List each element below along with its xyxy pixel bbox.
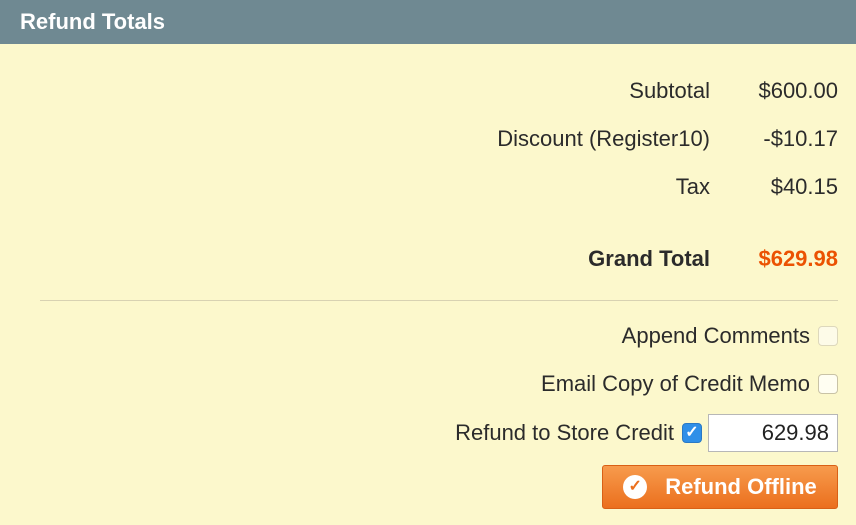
store-credit-option: Refund to Store Credit ✓ — [455, 413, 838, 453]
subtotal-value: $600.00 — [758, 78, 838, 103]
refund-offline-label: Refund Offline — [665, 474, 817, 499]
append-comments-option: Append Comments — [622, 321, 838, 351]
append-comments-checkbox[interactable] — [818, 326, 838, 346]
discount-row: Discount (Register10) -$10.17 — [0, 124, 856, 154]
refund-offline-button[interactable]: ✓ Refund Offline — [602, 465, 838, 509]
panel-header: Refund Totals — [0, 0, 856, 44]
append-comments-label: Append Comments — [621, 323, 810, 348]
tax-value: $40.15 — [770, 174, 838, 199]
store-credit-checkbox[interactable]: ✓ — [682, 423, 702, 443]
tax-row: Tax $40.15 — [0, 172, 856, 202]
grand-total-row: Grand Total $629.98 — [0, 244, 856, 274]
tax-label: Tax — [675, 174, 710, 199]
store-credit-amount-input[interactable] — [708, 414, 838, 452]
discount-label: Discount (Register10) — [497, 126, 710, 151]
email-copy-label: Email Copy of Credit Memo — [541, 371, 810, 396]
divider — [40, 300, 838, 301]
grand-total-value: $629.98 — [758, 246, 838, 271]
grand-total-label: Grand Total — [588, 246, 710, 271]
panel-title: Refund Totals — [20, 9, 166, 34]
discount-value: -$10.17 — [763, 126, 838, 151]
subtotal-label: Subtotal — [629, 78, 710, 103]
email-copy-checkbox[interactable] — [818, 374, 838, 394]
store-credit-label: Refund to Store Credit — [455, 420, 674, 445]
check-circle-icon: ✓ — [623, 475, 648, 499]
refund-totals-panel: Subtotal $600.00 Discount (Register10) -… — [0, 44, 856, 525]
email-copy-option: Email Copy of Credit Memo — [541, 369, 838, 399]
checkmark-icon: ✓ — [685, 424, 699, 441]
subtotal-row: Subtotal $600.00 — [0, 76, 856, 106]
